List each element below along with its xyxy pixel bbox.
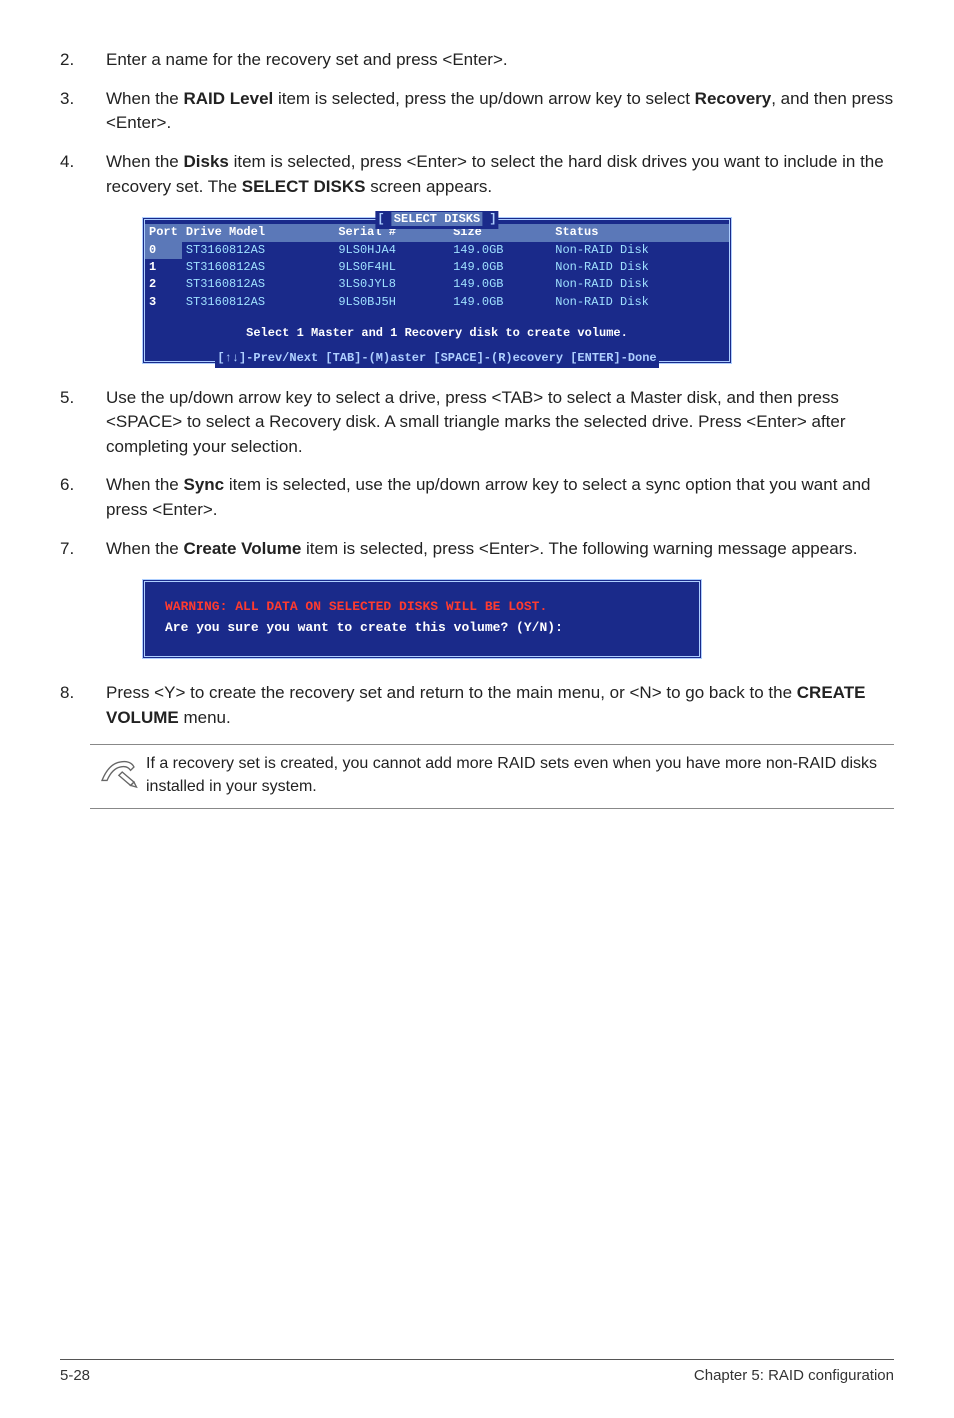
footer-divider xyxy=(60,1359,894,1360)
step-7: 7. When the Create Volume item is select… xyxy=(60,537,894,562)
cell-serial: 9LS0BJ5H xyxy=(334,294,449,311)
cell-status: Non-RAID Disk xyxy=(551,276,729,293)
cell-status: Non-RAID Disk xyxy=(551,259,729,276)
cell-serial: 9LS0F4HL xyxy=(334,259,449,276)
step-text: When the Disks item is selected, press <… xyxy=(106,150,894,199)
table-row: 1ST3160812AS9LS0F4HL149.0GBNon-RAID Disk xyxy=(145,259,729,276)
step-text: When the Sync item is selected, use the … xyxy=(106,473,894,522)
warning-line-1: WARNING: ALL DATA ON SELECTED DISKS WILL… xyxy=(165,598,679,617)
terminal-title: [ SELECT DISKS ] xyxy=(375,211,498,228)
step-text: Enter a name for the recovery set and pr… xyxy=(106,48,894,73)
cell-model: ST3160812AS xyxy=(182,294,335,311)
note-box: If a recovery set is created, you cannot… xyxy=(90,744,894,809)
select-disks-panel: [ SELECT DISKS ] Port Drive Model Serial… xyxy=(142,217,894,363)
step-number: 7. xyxy=(60,537,106,562)
col-model: Drive Model xyxy=(182,224,335,241)
cell-port: 3 xyxy=(145,294,182,311)
step-2: 2. Enter a name for the recovery set and… xyxy=(60,48,894,73)
table-row: 3ST3160812AS9LS0BJ5H149.0GBNon-RAID Disk xyxy=(145,294,729,311)
cell-serial: 9LS0HJA4 xyxy=(334,242,449,259)
step-text: Press <Y> to create the recovery set and… xyxy=(106,681,894,730)
page-number: 5-28 xyxy=(60,1367,90,1384)
cell-serial: 3LS0JYL8 xyxy=(334,276,449,293)
note-text: If a recovery set is created, you cannot… xyxy=(146,753,894,798)
col-port: Port xyxy=(145,224,182,241)
warning-panel: WARNING: ALL DATA ON SELECTED DISKS WILL… xyxy=(142,579,894,659)
cell-status: Non-RAID Disk xyxy=(551,294,729,311)
chapter-label: Chapter 5: RAID configuration xyxy=(694,1367,894,1384)
step-number: 4. xyxy=(60,150,106,199)
page-footer: 5-28 Chapter 5: RAID configuration xyxy=(60,1367,894,1384)
cell-port: 0 xyxy=(145,242,182,259)
cell-model: ST3160812AS xyxy=(182,259,335,276)
pencil-icon xyxy=(90,753,146,789)
step-number: 2. xyxy=(60,48,106,73)
cell-status: Non-RAID Disk xyxy=(551,242,729,259)
step-3: 3. When the RAID Level item is selected,… xyxy=(60,87,894,136)
disks-table: Port Drive Model Serial # Size Status 0S… xyxy=(145,224,729,311)
step-6: 6. When the Sync item is selected, use t… xyxy=(60,473,894,522)
step-number: 5. xyxy=(60,386,106,460)
terminal-footer: [↑↓]-Prev/Next [TAB]-(M)aster [SPACE]-(R… xyxy=(153,350,721,367)
step-number: 8. xyxy=(60,681,106,730)
step-8: 8. Press <Y> to create the recovery set … xyxy=(60,681,894,730)
step-number: 3. xyxy=(60,87,106,136)
cell-port: 2 xyxy=(145,276,182,293)
table-row: 2ST3160812AS3LS0JYL8149.0GBNon-RAID Disk xyxy=(145,276,729,293)
step-text: When the RAID Level item is selected, pr… xyxy=(106,87,894,136)
step-text: Use the up/down arrow key to select a dr… xyxy=(106,386,894,460)
steps-list-top: 2. Enter a name for the recovery set and… xyxy=(60,48,894,199)
cell-model: ST3160812AS xyxy=(182,242,335,259)
terminal-message: Select 1 Master and 1 Recovery disk to c… xyxy=(145,311,729,354)
cell-size: 149.0GB xyxy=(449,259,551,276)
steps-list-bottom: 8. Press <Y> to create the recovery set … xyxy=(60,681,894,730)
step-number: 6. xyxy=(60,473,106,522)
steps-list-mid: 5. Use the up/down arrow key to select a… xyxy=(60,386,894,562)
warning-line-2: Are you sure you want to create this vol… xyxy=(165,620,563,635)
step-text: When the Create Volume item is selected,… xyxy=(106,537,894,562)
table-row: 0ST3160812AS9LS0HJA4149.0GBNon-RAID Disk xyxy=(145,242,729,259)
col-status: Status xyxy=(551,224,729,241)
cell-size: 149.0GB xyxy=(449,294,551,311)
step-5: 5. Use the up/down arrow key to select a… xyxy=(60,386,894,460)
cell-model: ST3160812AS xyxy=(182,276,335,293)
cell-size: 149.0GB xyxy=(449,276,551,293)
cell-port: 1 xyxy=(145,259,182,276)
cell-size: 149.0GB xyxy=(449,242,551,259)
step-4: 4. When the Disks item is selected, pres… xyxy=(60,150,894,199)
